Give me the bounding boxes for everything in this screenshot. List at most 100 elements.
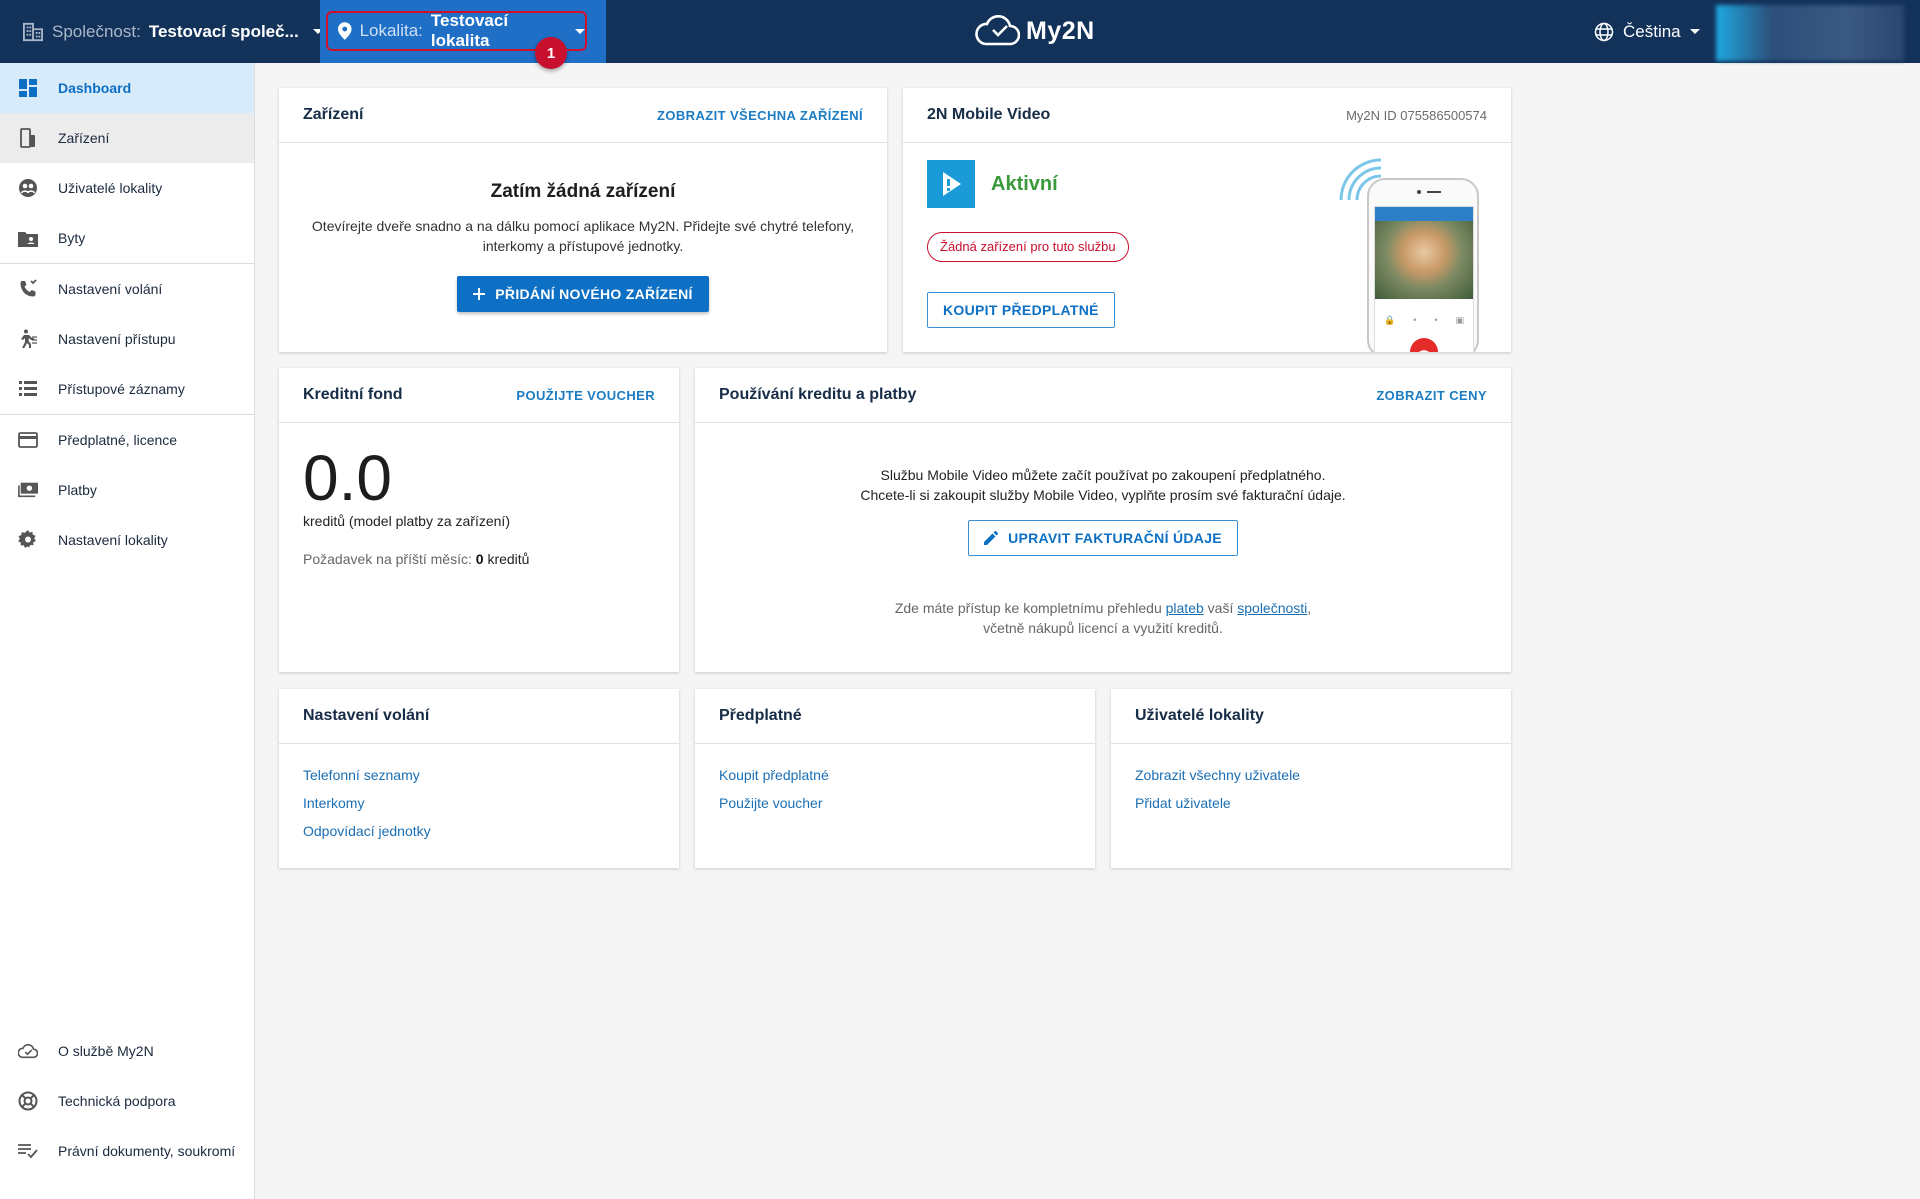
use-voucher-link[interactable]: Použijte voucher	[719, 795, 1071, 811]
empty-state-title: Zatím žádná zařízení	[490, 181, 676, 202]
user-account-menu[interactable]	[1716, 5, 1904, 61]
credit-fund-card: Kreditní fond POUŽIJTE VOUCHER 0.0 kredi…	[279, 368, 679, 672]
usage-info-line-2: Chcete-li si zakoupit služby Mobile Vide…	[860, 487, 1346, 503]
sidebar-item-subscriptions[interactable]: Předplatné, licence	[0, 415, 254, 465]
sidebar-item-label: Právní dokumenty, soukromí	[58, 1143, 236, 1159]
sidebar-item-label: Platby	[58, 482, 97, 498]
company-value: Testovací společ...	[148, 21, 299, 41]
sidebar-item-call-settings[interactable]: Nastavení volání	[0, 264, 254, 314]
globe-icon	[1594, 22, 1614, 41]
add-device-button-label: PŘIDÁNÍ NOVÉHO ZAŘÍZENÍ	[495, 286, 693, 302]
edit-billing-button[interactable]: UPRAVIT FAKTURAČNÍ ÚDAJE	[968, 520, 1238, 556]
devices-card: Zařízení ZOBRAZIT VŠECHNA ZAŘÍZENÍ Zatím…	[279, 88, 887, 352]
lock-icon: 🔒	[1383, 315, 1396, 325]
chevron-down-icon	[1689, 29, 1700, 34]
site-users-card: Uživatelé lokality Zobrazit všechny uživ…	[1111, 689, 1511, 868]
mobile-video-card: 2N Mobile Video My2N ID 075586500574 Akt…	[903, 88, 1511, 352]
sidebar-item-devices[interactable]: Zařízení	[0, 113, 254, 163]
card-title: Uživatelé lokality	[1135, 707, 1264, 724]
step-marker-badge: 1	[535, 37, 567, 69]
users-icon	[18, 178, 38, 198]
card-title: Používání kreditu a platby	[719, 386, 917, 403]
company-label: Společnost:	[52, 21, 141, 41]
sidebar-item-payments[interactable]: Platby	[0, 465, 254, 515]
sidebar-item-support[interactable]: Technická podpora	[0, 1076, 254, 1126]
buy-subscription-link[interactable]: Koupit předplatné	[719, 767, 1071, 783]
buy-subscription-button[interactable]: KOUPIT PŘEDPLATNÉ	[927, 292, 1115, 328]
sidebar-item-about[interactable]: O službě My2N	[0, 1026, 254, 1076]
sidebar-item-site-users[interactable]: Uživatelé lokality	[0, 163, 254, 213]
subscription-card: Předplatné Koupit předplatné Použijte vo…	[695, 689, 1095, 868]
payments-link[interactable]: plateb	[1166, 600, 1204, 616]
credit-balance: 0.0	[303, 442, 392, 514]
sidebar: Dashboard Zařízení Uživatelé lokality By…	[0, 63, 255, 1199]
plus-icon	[473, 288, 486, 300]
card-title: Zařízení	[303, 106, 364, 123]
card-header: 2N Mobile Video My2N ID 075586500574	[903, 88, 1511, 143]
location-pin-icon	[338, 22, 352, 40]
sidebar-item-label: Uživatelé lokality	[58, 180, 163, 196]
card-title: Předplatné	[719, 707, 802, 724]
access-icon	[18, 329, 38, 349]
overview-text-post: ,	[1307, 600, 1312, 616]
top-bar: Společnost: Testovací společ... Lokalita…	[0, 0, 1920, 69]
support-icon	[18, 1091, 38, 1111]
camera-icon: ▣	[1455, 315, 1464, 325]
add-device-button[interactable]: PŘIDÁNÍ NOVÉHO ZAŘÍZENÍ	[457, 276, 709, 312]
sidebar-item-site-settings[interactable]: Nastavení lokality	[0, 515, 254, 565]
sidebar-item-legal[interactable]: Právní dokumenty, soukromí	[0, 1126, 254, 1176]
usage-info-line-1: Službu Mobile Video můžete začít používa…	[880, 467, 1326, 483]
overview-text-mid: vaší	[1207, 600, 1234, 616]
payments-icon	[18, 480, 38, 500]
overview-text-pre: Zde máte přístup ke kompletnímu přehledu	[894, 600, 1162, 616]
sidebar-item-label: Technická podpora	[58, 1093, 176, 1109]
card-header: Zařízení ZOBRAZIT VŠECHNA ZAŘÍZENÍ	[279, 88, 887, 143]
show-all-devices-link[interactable]: ZOBRAZIT VŠECHNA ZAŘÍZENÍ	[657, 108, 863, 123]
card-title: Kreditní fond	[303, 386, 403, 403]
sidebar-item-label: Nastavení volání	[58, 281, 163, 297]
sidebar-item-apartments[interactable]: Byty	[0, 213, 254, 263]
card-header: Nastavení volání	[279, 689, 679, 744]
overview-text-line-2: včetně nákupů licencí a využití kreditů.	[983, 620, 1223, 636]
apartments-icon	[18, 228, 38, 248]
sidebar-footer: O službě My2N Technická podpora Právní d…	[0, 1026, 254, 1176]
empty-state-text: Otevírejte dveře snadno a na dálku pomoc…	[311, 218, 855, 254]
language-selector[interactable]: Čeština	[1594, 0, 1700, 63]
links-list: Koupit předplatné Použijte voucher	[695, 744, 1095, 811]
sidebar-item-label: Nastavení přístupu	[58, 331, 176, 347]
card-header: Kreditní fond POUŽIJTE VOUCHER	[279, 368, 679, 423]
next-month-unit: kreditů	[487, 551, 530, 567]
company-building-icon	[23, 22, 43, 41]
next-month-value: 0	[475, 551, 484, 567]
logo-text: My2N	[1026, 16, 1095, 45]
access-log-icon	[18, 379, 38, 399]
hangup-icon	[1410, 338, 1438, 352]
eye-icon: •	[1434, 315, 1438, 325]
sidebar-item-dashboard[interactable]: Dashboard	[0, 63, 254, 113]
use-voucher-link[interactable]: POUŽIJTE VOUCHER	[516, 388, 655, 403]
show-all-users-link[interactable]: Zobrazit všechny uživatele	[1135, 767, 1487, 783]
answering-units-link[interactable]: Odpovídací jednotky	[303, 823, 655, 839]
card-header: Uživatelé lokality	[1111, 689, 1511, 744]
dashboard-icon	[18, 78, 38, 98]
card-title: Nastavení volání	[303, 707, 430, 724]
sidebar-item-access-settings[interactable]: Nastavení přístupu	[0, 314, 254, 364]
intercoms-link[interactable]: Interkomy	[303, 795, 655, 811]
my2n-logo[interactable]: My2N	[974, 10, 1095, 52]
video-caller-image	[1375, 221, 1473, 299]
company-link[interactable]: společnosti	[1237, 600, 1307, 616]
phonebooks-link[interactable]: Telefonní seznamy	[303, 767, 655, 783]
language-label: Čeština	[1623, 21, 1681, 41]
sidebar-item-access-log[interactable]: Přístupové záznamy	[0, 364, 254, 414]
payments-overview-text: Zde máte přístup ke kompletnímu přehledu…	[695, 598, 1511, 618]
phone-illustration: 🔒 • • ▣	[1335, 154, 1479, 352]
show-prices-link[interactable]: ZOBRAZIT CENY	[1376, 388, 1487, 403]
mic-icon: •	[1413, 315, 1417, 325]
add-user-link[interactable]: Přidat uživatele	[1135, 795, 1487, 811]
edit-billing-button-label: UPRAVIT FAKTURAČNÍ ÚDAJE	[1008, 530, 1222, 546]
company-selector[interactable]: Společnost: Testovací společ...	[22, 0, 323, 63]
credit-unit: kreditů (model platby za zařízení)	[303, 513, 510, 529]
card-header: Používání kreditu a platby ZOBRAZIT CENY	[695, 368, 1511, 423]
sidebar-item-label: Předplatné, licence	[58, 432, 178, 448]
sidebar-item-label: Přístupové záznamy	[58, 381, 185, 397]
